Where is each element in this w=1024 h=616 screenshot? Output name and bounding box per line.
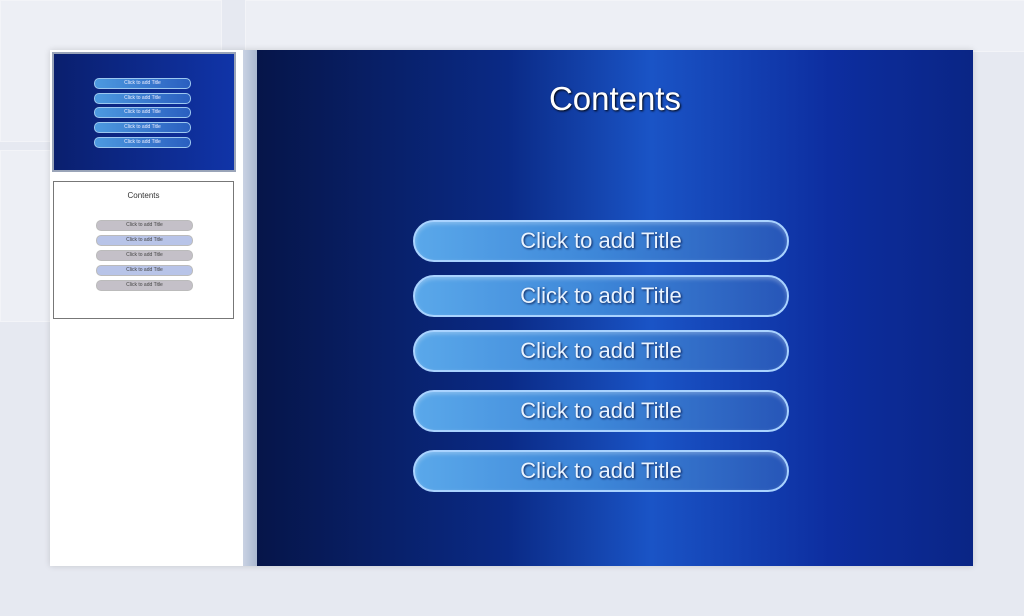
slide-thumbnail-2[interactable]: Contents Click to add Title Click to add… (53, 181, 234, 319)
title-placeholder-4[interactable]: Click to add Title (413, 390, 789, 432)
presentation-window: Click to add Title Click to add Title Cl… (50, 50, 973, 566)
title-placeholder-2[interactable]: Click to add Title (413, 275, 789, 317)
thumb-item: Click to add Title (96, 265, 193, 276)
thumb-item: Click to add Title (94, 78, 191, 89)
thumb-item: Click to add Title (96, 235, 193, 246)
title-placeholder-1[interactable]: Click to add Title (413, 220, 789, 262)
background-panel (245, 0, 1024, 52)
title-placeholder-3[interactable]: Click to add Title (413, 330, 789, 372)
slide-title[interactable]: Contents (257, 80, 973, 118)
thumb-item: Click to add Title (96, 280, 193, 291)
slide-canvas: Contents Click to add Title Click to add… (257, 50, 973, 566)
thumb-item: Click to add Title (94, 93, 191, 104)
thumb-title: Contents (127, 191, 160, 200)
thumb-item: Click to add Title (94, 137, 191, 148)
thumb-item: Click to add Title (96, 250, 193, 261)
slide-thumbnail-1[interactable]: Click to add Title Click to add Title Cl… (52, 52, 236, 172)
title-placeholder-5[interactable]: Click to add Title (413, 450, 789, 492)
panel-splitter[interactable] (243, 50, 257, 566)
thumb-item: Click to add Title (94, 107, 191, 118)
slide-thumbnail-panel: Click to add Title Click to add Title Cl… (50, 50, 243, 566)
thumb-item: Click to add Title (94, 122, 191, 133)
thumb-item: Click to add Title (96, 220, 193, 231)
